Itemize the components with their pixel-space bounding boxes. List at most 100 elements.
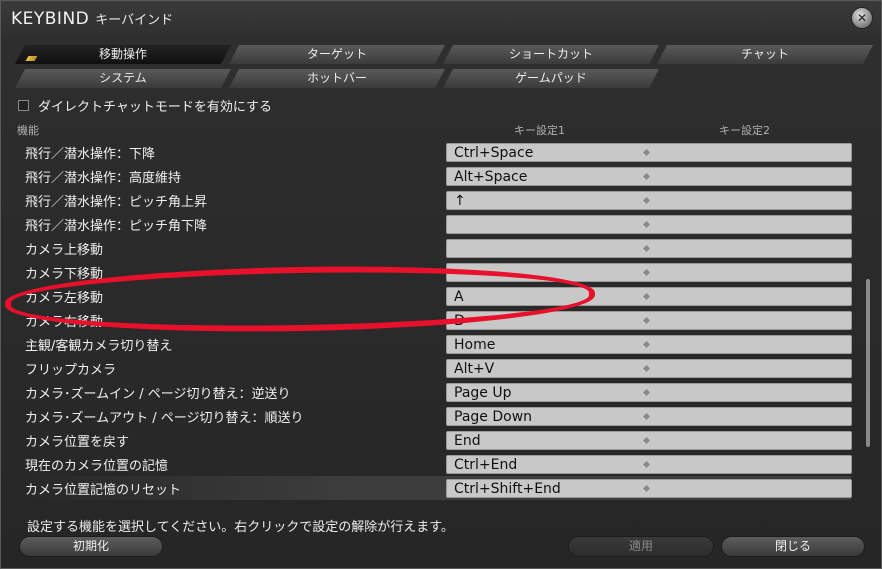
separator-diamond-icon <box>642 388 651 397</box>
key-setting-field[interactable]: Alt+Space <box>446 167 852 186</box>
keybind-function-label: カメラ右移動 <box>25 315 104 330</box>
tab-shortcut[interactable]: ショートカット <box>443 45 659 64</box>
keybind-function-label: カメラ･ズームイン / ページ切り替え：逆送り <box>25 387 291 402</box>
keybind-row[interactable]: カメラ左移動 A <box>13 284 852 308</box>
separator-diamond-icon <box>642 484 651 493</box>
keybind-window: KEYBIND キーバインド ✕ 移動操作 ターゲット ショートカット チャット… <box>0 0 882 569</box>
keybind-function-label: カメラ左移動 <box>25 291 104 306</box>
tab-label: ショートカット <box>508 47 593 61</box>
window-subtitle: キーバインド <box>95 13 174 28</box>
window-title: KEYBIND <box>11 9 90 29</box>
direct-chat-option[interactable]: ダイレクトチャットモードを有効にする <box>18 96 272 115</box>
keybind-function-label: カメラ･ズームアウト / ページ切り替え：順送り <box>25 411 304 426</box>
keybind-row[interactable]: カメラ上移動 <box>13 236 852 260</box>
key-setting-field[interactable]: Home <box>446 335 852 354</box>
key-setting-1-value: Alt+Space <box>454 169 528 185</box>
tab-system[interactable]: システム <box>15 69 231 88</box>
keybind-row[interactable]: フリップカメラ Alt+V <box>13 356 852 380</box>
key-setting-field[interactable] <box>446 239 852 258</box>
tab-chat[interactable]: チャット <box>657 45 873 64</box>
keybind-function-label: 飛行／潜水操作：下降 <box>25 147 156 162</box>
tab-label: ゲームパッド <box>515 71 587 85</box>
keybind-function-label: 飛行／潜水操作：高度維持 <box>25 171 182 186</box>
column-header-key2: キー設定2 <box>719 124 770 137</box>
key-setting-field[interactable]: End <box>446 431 852 450</box>
key-setting-1-value: D <box>454 313 465 329</box>
key-setting-field[interactable]: Ctrl+Space <box>446 143 852 162</box>
separator-diamond-icon <box>642 364 651 373</box>
key-setting-1-value: Page Down <box>454 409 533 425</box>
keybind-row[interactable]: 飛行／潜水操作：ピッチ角上昇 ↑ <box>13 188 852 212</box>
keybind-row[interactable]: 主観/客観カメラ切り替え Home <box>13 332 852 356</box>
tab-label: ターゲット <box>306 47 367 61</box>
keybind-row[interactable]: カメラ右移動 D <box>13 308 852 332</box>
tab-target[interactable]: ターゲット <box>229 45 445 64</box>
keybind-function-label: カメラ上移動 <box>25 243 104 258</box>
tab-gamepad[interactable]: ゲームパッド <box>443 69 659 88</box>
key-setting-1-value: Home <box>454 337 496 353</box>
keybind-function-label: フリップカメラ <box>25 363 117 378</box>
key-setting-field[interactable]: A <box>446 287 852 306</box>
separator-diamond-icon <box>642 316 651 325</box>
key-setting-1-value: Alt+V <box>454 361 495 377</box>
key-setting-field[interactable] <box>446 263 852 282</box>
keybind-row[interactable]: カメラ･ズームイン / ページ切り替え：逆送り Page Up <box>13 380 852 404</box>
close-icon[interactable]: ✕ <box>851 7 873 29</box>
scrollbar[interactable] <box>866 279 870 447</box>
key-setting-1-value: Ctrl+Space <box>454 145 534 161</box>
separator-diamond-icon <box>642 148 651 157</box>
key-setting-1-value: Ctrl+End <box>454 457 518 473</box>
keybind-function-label: カメラ位置を戻す <box>25 435 130 450</box>
reset-button[interactable]: 初期化 <box>19 536 163 557</box>
key-setting-1-value: ↑ <box>454 193 466 209</box>
status-text: 設定する機能を選択してください。右クリックで設定の解除が行えます。 <box>27 520 454 535</box>
separator-diamond-icon <box>642 412 651 421</box>
close-button[interactable]: 閉じる <box>721 536 865 557</box>
key-setting-field[interactable]: Page Up <box>446 383 852 402</box>
tab-label: チャット <box>741 47 789 61</box>
key-setting-field[interactable]: Ctrl+End <box>446 455 852 474</box>
column-header-function: 機能 <box>17 124 39 137</box>
key-setting-field[interactable]: D <box>446 311 852 330</box>
column-header-key1: キー設定1 <box>514 124 565 137</box>
apply-button[interactable]: 適用 <box>568 536 714 557</box>
separator-diamond-icon <box>642 292 651 301</box>
key-setting-field[interactable]: ↑ <box>446 191 852 210</box>
direct-chat-label: ダイレクトチャットモードを有効にする <box>38 100 273 115</box>
keybind-row[interactable]: カメラ位置を戻す End <box>13 428 852 452</box>
keybind-row[interactable]: カメラ･ズームアウト / ページ切り替え：順送り Page Down <box>13 404 852 428</box>
separator-diamond-icon <box>642 436 651 445</box>
keybind-row[interactable]: カメラ位置記憶のリセット Ctrl+Shift+End <box>13 476 852 500</box>
direct-chat-checkbox[interactable] <box>18 100 29 111</box>
tab-label: 移動操作 <box>98 47 147 61</box>
title-bar: KEYBIND キーバインド <box>11 9 173 35</box>
active-tab-indicator <box>26 56 38 61</box>
tab-label: ホットバー <box>306 71 367 85</box>
key-setting-field[interactable] <box>446 215 852 234</box>
key-setting-1-value: A <box>454 289 464 305</box>
separator-diamond-icon <box>642 220 651 229</box>
separator-diamond-icon <box>642 172 651 181</box>
keybind-row[interactable]: カメラ下移動 <box>13 260 852 284</box>
keybind-row[interactable]: 飛行／潜水操作：ピッチ角下降 <box>13 212 852 236</box>
keybind-function-label: 飛行／潜水操作：ピッチ角下降 <box>25 219 208 234</box>
key-setting-field[interactable]: Alt+V <box>446 359 852 378</box>
keybind-function-label: カメラ位置記憶のリセット <box>25 483 182 498</box>
separator-diamond-icon <box>642 340 651 349</box>
keybind-function-label: 飛行／潜水操作：ピッチ角上昇 <box>25 195 208 210</box>
keybind-function-label: 主観/客観カメラ切り替え <box>25 339 173 354</box>
keybind-row[interactable]: 飛行／潜水操作：高度維持 Alt+Space <box>13 164 852 188</box>
keybind-row[interactable]: 飛行／潜水操作：下降 Ctrl+Space <box>13 140 852 164</box>
key-setting-field[interactable]: Ctrl+Shift+End <box>446 479 852 498</box>
keybind-row[interactable]: 現在のカメラ位置の記憶 Ctrl+End <box>13 452 852 476</box>
key-setting-1-value: Page Up <box>454 385 512 401</box>
key-setting-field[interactable]: Page Down <box>446 407 852 426</box>
tab-label: システム <box>99 71 147 85</box>
keybind-function-label: 現在のカメラ位置の記憶 <box>25 459 169 474</box>
tab-hotbar[interactable]: ホットバー <box>229 69 445 88</box>
tab-movement[interactable]: 移動操作 <box>15 45 231 64</box>
key-setting-1-value: End <box>454 433 481 449</box>
separator-diamond-icon <box>642 196 651 205</box>
key-setting-1-value: Ctrl+Shift+End <box>454 481 561 497</box>
separator-diamond-icon <box>642 268 651 277</box>
